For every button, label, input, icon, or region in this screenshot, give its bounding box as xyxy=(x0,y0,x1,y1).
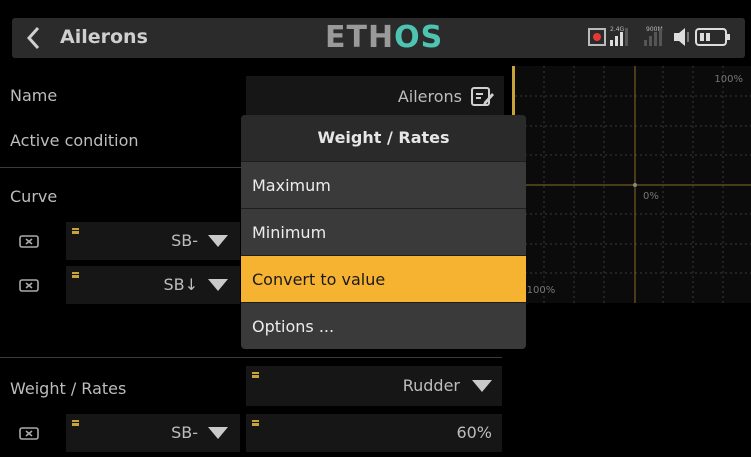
source-marker-icon xyxy=(252,420,259,426)
curve-row-2-switch: SB↓ xyxy=(163,275,198,294)
source-marker-icon xyxy=(72,272,79,278)
curve-row-1-switch-select[interactable]: SB- xyxy=(66,222,240,260)
option-convert-to-value[interactable]: Convert to value xyxy=(241,255,526,302)
graph-center-label: 0% xyxy=(643,191,659,202)
clear-icon xyxy=(19,427,39,440)
ethos-logo: ETHOS xyxy=(325,18,443,58)
divider xyxy=(0,357,502,358)
signal-2g4-label: 2.4G xyxy=(610,26,625,33)
page-title: Ailerons xyxy=(60,26,148,48)
option-maximum[interactable]: Maximum xyxy=(241,161,526,208)
weight-switch-value: SB- xyxy=(171,423,198,442)
option-minimum[interactable]: Minimum xyxy=(241,208,526,255)
clear-icon xyxy=(19,235,39,248)
graph-max-label: 100% xyxy=(714,74,743,85)
option-options[interactable]: Options ... xyxy=(241,302,526,349)
name-label: Name xyxy=(10,86,58,105)
dropdown-arrow-icon xyxy=(208,235,228,247)
speaker-icon xyxy=(674,28,689,46)
curve-graph: 100% 0% -100% xyxy=(512,66,751,303)
weight-value-field[interactable]: 60% xyxy=(246,414,502,452)
curve-row-2-clear-button[interactable] xyxy=(10,270,50,300)
divider xyxy=(0,167,241,168)
weight-source-value: Rudder xyxy=(402,376,460,395)
record-icon xyxy=(588,28,606,46)
signal-900m-icon: 900M xyxy=(644,26,663,46)
back-chevron-icon[interactable] xyxy=(20,22,48,54)
weight-clear-button[interactable] xyxy=(10,418,50,448)
curve-row-1-switch: SB- xyxy=(171,231,198,250)
logo-main: ETH xyxy=(325,20,395,55)
source-marker-icon xyxy=(72,228,79,234)
signal-2g4-icon: 2.4G xyxy=(610,26,628,46)
active-condition-label: Active condition xyxy=(10,131,139,150)
name-value: Ailerons xyxy=(397,87,462,106)
curve-grid xyxy=(515,66,751,303)
clear-icon xyxy=(19,279,39,292)
curve-row-1-clear-button[interactable] xyxy=(10,226,50,256)
weight-switch-select[interactable]: SB- xyxy=(66,414,240,452)
weight-source-select[interactable]: Rudder xyxy=(246,366,502,406)
source-marker-icon xyxy=(72,420,79,426)
dropdown-arrow-icon xyxy=(472,380,492,392)
graph-min-label: -100% xyxy=(523,285,556,296)
dropdown-arrow-icon xyxy=(208,279,228,291)
name-field[interactable]: Ailerons xyxy=(246,76,504,118)
weight-rates-label: Weight / Rates xyxy=(10,379,127,398)
curve-row-2-switch-select[interactable]: SB↓ xyxy=(66,266,240,304)
edit-icon[interactable] xyxy=(470,86,494,108)
logo-accent: OS xyxy=(394,20,444,55)
source-marker-icon xyxy=(252,372,259,378)
dropdown-arrow-icon xyxy=(208,427,228,439)
popup-title: Weight / Rates xyxy=(241,115,526,161)
weight-value: 60% xyxy=(456,423,492,442)
battery-icon xyxy=(695,28,730,46)
weight-rates-popup: Weight / Rates Maximum Minimum Convert t… xyxy=(241,115,526,349)
top-bar: Ailerons ETHOS 2.4G 900M xyxy=(0,0,751,64)
status-indicators: 2.4G 900M xyxy=(588,26,730,46)
curve-label: Curve xyxy=(10,187,58,206)
